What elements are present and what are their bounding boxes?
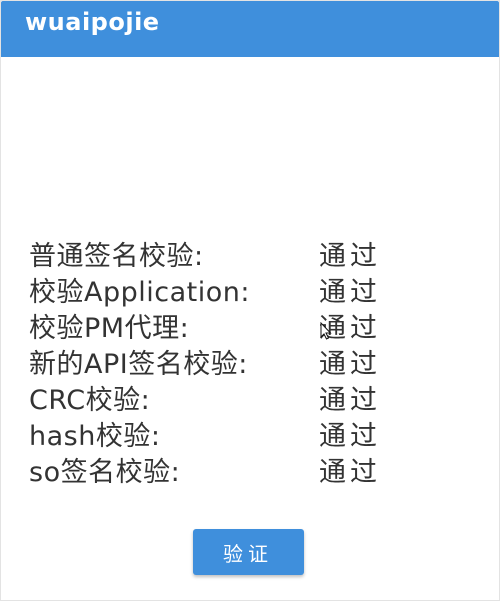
result-label-application: 校验Application:: [29, 277, 250, 308]
app-title: wuaipojie: [25, 8, 160, 36]
result-status-crc: 通过: [319, 385, 381, 416]
result-label-pm-proxy: 校验PM代理:: [29, 313, 190, 344]
result-row: hash校验: 通过: [29, 419, 449, 455]
result-row: so签名校验: 通过: [29, 455, 449, 491]
result-label-new-api-signature: 新的API签名校验:: [29, 349, 248, 380]
result-row: 校验Application: 通过: [29, 275, 449, 311]
result-label-hash: hash校验:: [29, 421, 161, 452]
verify-button[interactable]: 验证: [193, 529, 304, 575]
app-window: wuaipojie 普通签名校验: 通过 校验Application: 通过 校…: [0, 0, 500, 601]
mouse-pointer-icon: [320, 322, 332, 340]
result-row: CRC校验: 通过: [29, 383, 449, 419]
result-status-application: 通过: [319, 277, 381, 308]
result-label-so-signature: so签名校验:: [29, 457, 181, 488]
result-status-new-api-signature: 通过: [319, 349, 381, 380]
result-status-hash: 通过: [319, 421, 381, 452]
app-header: wuaipojie: [1, 1, 499, 57]
result-status-normal-signature: 通过: [319, 241, 381, 272]
result-status-so-signature: 通过: [319, 457, 381, 488]
result-row: 校验PM代理: 通过: [29, 311, 449, 347]
verification-results: 普通签名校验: 通过 校验Application: 通过 校验PM代理: 通过 …: [29, 239, 449, 491]
result-label-normal-signature: 普通签名校验:: [29, 241, 204, 272]
result-row: 普通签名校验: 通过: [29, 239, 449, 275]
result-label-crc: CRC校验:: [29, 385, 151, 416]
result-row: 新的API签名校验: 通过: [29, 347, 449, 383]
